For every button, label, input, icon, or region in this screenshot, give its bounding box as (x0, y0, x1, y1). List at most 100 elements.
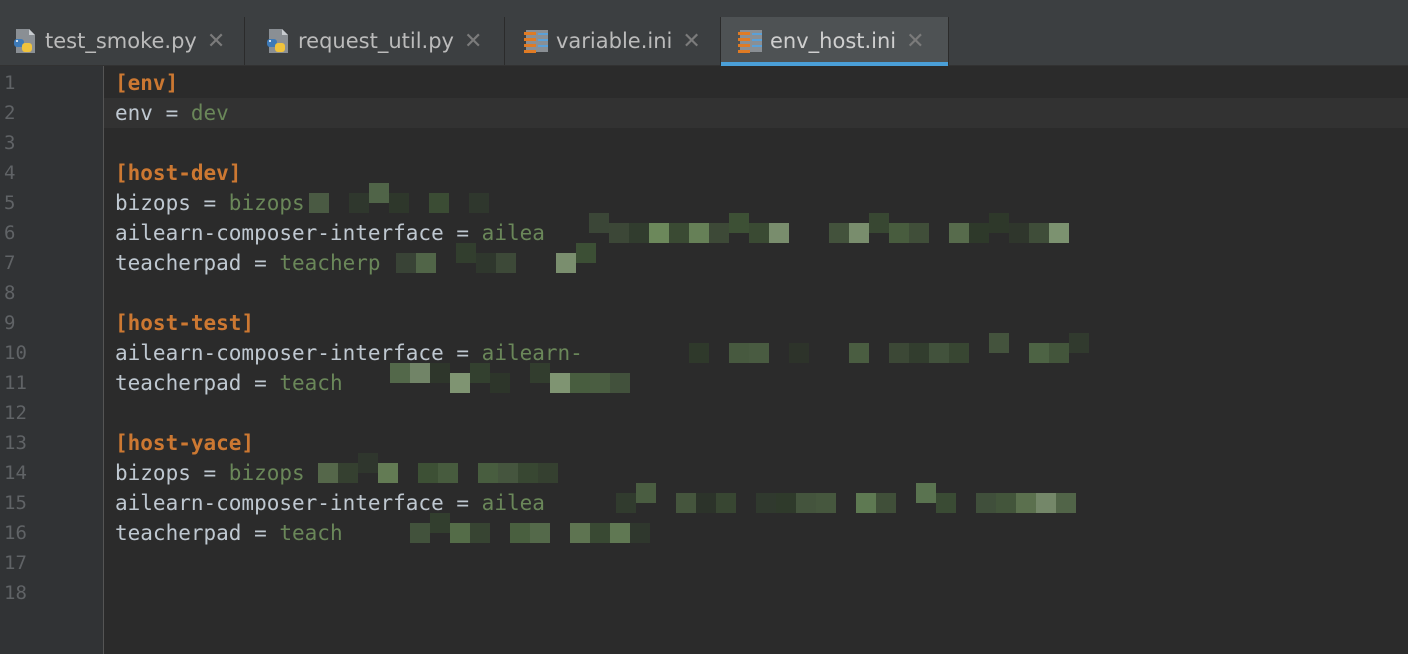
code-editor[interactable]: [env] env = dev [host-dev] bizops = bizops a… (104, 66, 1408, 654)
code-line: [host-test] (115, 308, 254, 338)
redaction-pixel (729, 213, 749, 233)
redaction-pixel (1029, 223, 1049, 243)
redaction-pixel (610, 523, 630, 543)
redaction-pixel (676, 493, 696, 513)
equals-operator: = (241, 371, 280, 395)
redaction-pixel (949, 223, 969, 243)
ini-key: teacherpad (115, 371, 242, 395)
ini-key: bizops (115, 461, 191, 485)
redaction-pixel (636, 483, 656, 503)
ini-value: bizops (228, 461, 305, 485)
redaction-pixel (1036, 493, 1056, 513)
redaction-pixel (518, 463, 538, 483)
line-number: 14 (4, 462, 27, 484)
ini-section-header: [host-test] (115, 311, 255, 335)
redaction-pixel (1069, 333, 1089, 353)
redaction-pixel (338, 463, 358, 483)
redaction-pixel (318, 463, 338, 483)
redaction-pixel (976, 493, 996, 513)
redaction-pixel (876, 493, 896, 513)
line-number-gutter: 1 2 3 4 5 6 7 8 9 10 11 12 13 14 15 16 17 18 (0, 66, 104, 654)
redaction-pixel (889, 223, 909, 243)
ini-key: teacherpad (115, 521, 242, 545)
redaction-pixel (756, 493, 776, 513)
redaction-pixel (590, 523, 610, 543)
ini-file-icon (737, 27, 765, 55)
line-number: 18 (4, 582, 27, 604)
redaction-pixel (776, 493, 796, 513)
window-top-strip (0, 0, 1408, 17)
equals-operator: = (190, 191, 229, 215)
code-line: teacherpad = teach (115, 368, 343, 398)
line-number: 13 (4, 432, 27, 454)
redaction-pixel (530, 523, 550, 543)
code-line: ailearn-composer-interface = ailearn- (115, 338, 583, 368)
close-icon[interactable]: ✕ (906, 29, 924, 54)
redaction-pixel (649, 223, 669, 243)
tab-label: env_host.ini (770, 29, 897, 53)
redaction-pixel (589, 213, 609, 233)
redaction-pixel (590, 373, 610, 393)
ini-key: env (115, 101, 153, 125)
redaction-pixel (469, 193, 489, 213)
redaction-pixel (576, 243, 596, 263)
ini-value: teach (279, 371, 343, 395)
redaction-pixel (829, 223, 849, 243)
redaction-pixel (1056, 493, 1076, 513)
redaction-pixel (729, 343, 749, 363)
code-line: [env] (115, 68, 178, 98)
tab-env-host-ini[interactable]: env_host.ini ✕ (721, 17, 949, 66)
redaction-pixel (490, 373, 510, 393)
code-line: teacherpad = teach (115, 518, 343, 548)
redaction-pixel (410, 523, 430, 543)
redaction-pixel (556, 253, 576, 273)
line-number: 3 (4, 132, 16, 154)
tab-request-util-py[interactable]: request_util.py ✕ (245, 17, 505, 65)
redaction-pixel (369, 183, 389, 203)
redaction-pixel (470, 523, 490, 543)
ini-key: teacherpad (115, 251, 242, 275)
tab-label: variable.ini (556, 29, 673, 53)
line-number: 1 (4, 72, 16, 94)
equals-operator: = (241, 251, 280, 275)
tab-test-smoke-py[interactable]: test_smoke.py ✕ (0, 17, 245, 65)
redaction-pixel (909, 223, 929, 243)
line-number: 16 (4, 522, 27, 544)
line-number: 2 (4, 102, 16, 124)
redaction-pixel (496, 253, 516, 273)
ini-key: ailearn-composer-interface (115, 491, 444, 515)
redaction-pixel (510, 523, 530, 543)
redaction-pixel (550, 373, 570, 393)
close-icon[interactable]: ✕ (464, 29, 482, 54)
redaction-pixel (450, 373, 470, 393)
ini-value: teacherp (279, 251, 381, 275)
redaction-pixel (358, 453, 378, 473)
ini-key: bizops (115, 191, 191, 215)
redaction-pixel (570, 523, 590, 543)
redaction-pixel (916, 483, 936, 503)
redaction-pixel (749, 223, 769, 243)
redaction-pixel (396, 253, 416, 273)
ini-section-header: [host-dev] (115, 161, 242, 185)
redaction-pixel (849, 343, 869, 363)
redaction-pixel (889, 343, 909, 363)
line-number: 7 (4, 252, 16, 274)
close-icon[interactable]: ✕ (682, 29, 700, 54)
ini-key: ailearn-composer-interface (115, 221, 444, 245)
redaction-pixel (1049, 343, 1069, 363)
tab-variable-ini[interactable]: variable.ini ✕ (505, 17, 721, 65)
redaction-pixel (498, 463, 518, 483)
redaction-pixel (418, 463, 438, 483)
redaction-pixel (476, 253, 496, 273)
redaction-pixel (796, 493, 816, 513)
equals-operator: = (190, 461, 229, 485)
line-number: 12 (4, 402, 27, 424)
close-icon[interactable]: ✕ (207, 29, 225, 54)
line-number: 9 (4, 312, 16, 334)
code-line: bizops = bizops (115, 188, 305, 218)
line-number: 10 (4, 342, 27, 364)
redaction-pixel (389, 193, 409, 213)
redaction-pixel (570, 373, 590, 393)
redaction-pixel (616, 493, 636, 513)
line-number: 17 (4, 552, 27, 574)
